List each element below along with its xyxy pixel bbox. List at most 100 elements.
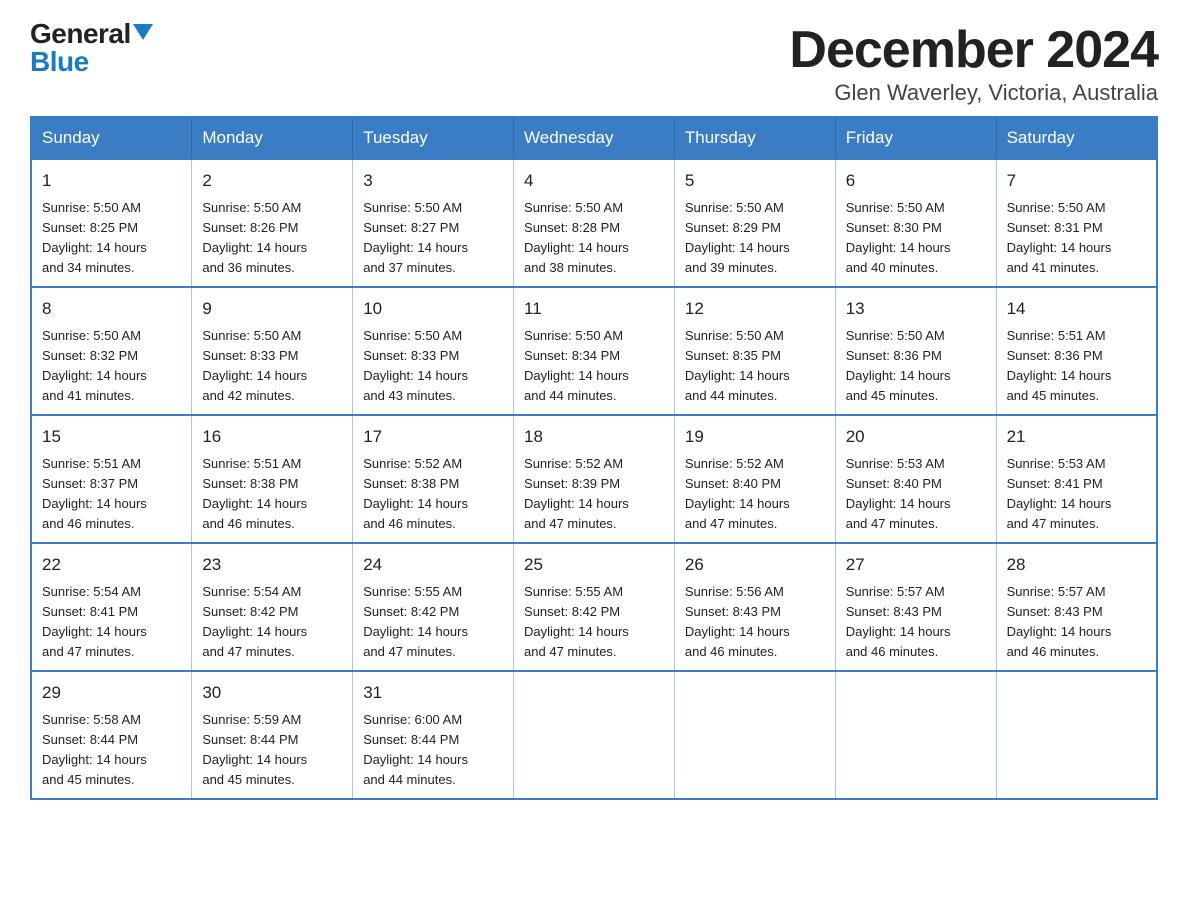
- day-info: Sunrise: 5:50 AMSunset: 8:33 PMDaylight:…: [202, 326, 342, 407]
- day-info: Sunrise: 5:51 AMSunset: 8:38 PMDaylight:…: [202, 454, 342, 535]
- calendar-day-12: 12 Sunrise: 5:50 AMSunset: 8:35 PMDayligh…: [674, 287, 835, 415]
- day-info: Sunrise: 5:57 AMSunset: 8:43 PMDaylight:…: [1007, 582, 1146, 663]
- day-info: Sunrise: 5:52 AMSunset: 8:39 PMDaylight:…: [524, 454, 664, 535]
- day-info: Sunrise: 5:50 AMSunset: 8:34 PMDaylight:…: [524, 326, 664, 407]
- day-info: Sunrise: 5:53 AMSunset: 8:41 PMDaylight:…: [1007, 454, 1146, 535]
- calendar-week-row-2: 8 Sunrise: 5:50 AMSunset: 8:32 PMDaylight…: [31, 287, 1157, 415]
- day-number: 13: [846, 296, 986, 322]
- day-number: 16: [202, 424, 342, 450]
- day-info: Sunrise: 5:50 AMSunset: 8:31 PMDaylight:…: [1007, 198, 1146, 279]
- calendar-day-23: 23 Sunrise: 5:54 AMSunset: 8:42 PMDayligh…: [192, 543, 353, 671]
- calendar-day-31: 31Sunrise: 6:00 AMSunset: 8:44 PMDayligh…: [353, 671, 514, 799]
- day-info: Sunrise: 5:50 AMSunset: 8:28 PMDaylight:…: [524, 198, 664, 279]
- calendar-day-14: 14 Sunrise: 5:51 AMSunset: 8:36 PMDayligh…: [996, 287, 1157, 415]
- day-info: Sunrise: 5:53 AMSunset: 8:40 PMDaylight:…: [846, 454, 986, 535]
- calendar-day-9: 9 Sunrise: 5:50 AMSunset: 8:33 PMDaylight…: [192, 287, 353, 415]
- calendar-day-27: 27 Sunrise: 5:57 AMSunset: 8:43 PMDayligh…: [835, 543, 996, 671]
- day-number: 10: [363, 296, 503, 322]
- day-number: 6: [846, 168, 986, 194]
- day-number: 18: [524, 424, 664, 450]
- header: General Blue December 2024 Glen Waverley…: [30, 20, 1158, 106]
- calendar-week-row-3: 15Sunrise: 5:51 AMSunset: 8:37 PMDayligh…: [31, 415, 1157, 543]
- day-number: 20: [846, 424, 986, 450]
- calendar-day-5: 5Sunrise: 5:50 AMSunset: 8:29 PMDaylight…: [674, 159, 835, 287]
- day-info: Sunrise: 5:50 AMSunset: 8:32 PMDaylight:…: [42, 326, 181, 407]
- calendar-week-row-5: 29Sunrise: 5:58 AMSunset: 8:44 PMDayligh…: [31, 671, 1157, 799]
- calendar-day-20: 20 Sunrise: 5:53 AMSunset: 8:40 PMDayligh…: [835, 415, 996, 543]
- day-info: Sunrise: 5:55 AMSunset: 8:42 PMDaylight:…: [363, 582, 503, 663]
- weekday-header-saturday: Saturday: [996, 117, 1157, 159]
- calendar-day-4: 4 Sunrise: 5:50 AMSunset: 8:28 PMDaylight…: [514, 159, 675, 287]
- day-info: Sunrise: 5:52 AMSunset: 8:38 PMDaylight:…: [363, 454, 503, 535]
- header-right: December 2024 Glen Waverley, Victoria, A…: [789, 20, 1158, 106]
- logo: General Blue: [30, 20, 153, 76]
- day-number: 27: [846, 552, 986, 578]
- calendar-day-18: 18 Sunrise: 5:52 AMSunset: 8:39 PMDayligh…: [514, 415, 675, 543]
- day-number: 11: [524, 296, 664, 322]
- day-info: Sunrise: 5:50 AMSunset: 8:26 PMDaylight:…: [202, 198, 342, 279]
- day-number: 24: [363, 552, 503, 578]
- weekday-header-wednesday: Wednesday: [514, 117, 675, 159]
- calendar-day-29: 29Sunrise: 5:58 AMSunset: 8:44 PMDayligh…: [31, 671, 192, 799]
- calendar-week-row-1: 1 Sunrise: 5:50 AMSunset: 8:25 PMDaylight…: [31, 159, 1157, 287]
- day-number: 4: [524, 168, 664, 194]
- calendar-day-24: 24 Sunrise: 5:55 AMSunset: 8:42 PMDayligh…: [353, 543, 514, 671]
- day-info: Sunrise: 5:54 AMSunset: 8:41 PMDaylight:…: [42, 582, 181, 663]
- weekday-header-tuesday: Tuesday: [353, 117, 514, 159]
- day-info: Sunrise: 5:51 AMSunset: 8:37 PMDaylight:…: [42, 454, 181, 535]
- calendar-week-row-4: 22 Sunrise: 5:54 AMSunset: 8:41 PMDayligh…: [31, 543, 1157, 671]
- day-number: 30: [202, 680, 342, 706]
- day-number: 8: [42, 296, 181, 322]
- calendar-day-2: 2 Sunrise: 5:50 AMSunset: 8:26 PMDaylight…: [192, 159, 353, 287]
- day-info: Sunrise: 5:50 AMSunset: 8:30 PMDaylight:…: [846, 198, 986, 279]
- day-info: Sunrise: 5:50 AMSunset: 8:29 PMDaylight:…: [685, 198, 825, 279]
- weekday-header-row: SundayMondayTuesdayWednesdayThursdayFrid…: [31, 117, 1157, 159]
- day-info: Sunrise: 5:52 AMSunset: 8:40 PMDaylight:…: [685, 454, 825, 535]
- calendar-day-empty: [996, 671, 1157, 799]
- calendar-day-22: 22 Sunrise: 5:54 AMSunset: 8:41 PMDayligh…: [31, 543, 192, 671]
- day-number: 31: [363, 680, 503, 706]
- day-number: 12: [685, 296, 825, 322]
- logo-blue-text: Blue: [30, 48, 89, 76]
- day-number: 9: [202, 296, 342, 322]
- weekday-header-sunday: Sunday: [31, 117, 192, 159]
- calendar-day-16: 16 Sunrise: 5:51 AMSunset: 8:38 PMDayligh…: [192, 415, 353, 543]
- day-number: 25: [524, 552, 664, 578]
- calendar-subtitle: Glen Waverley, Victoria, Australia: [789, 80, 1158, 106]
- day-number: 3: [363, 168, 503, 194]
- calendar-day-13: 13Sunrise: 5:50 AMSunset: 8:36 PMDayligh…: [835, 287, 996, 415]
- day-number: 17: [363, 424, 503, 450]
- calendar-day-6: 6 Sunrise: 5:50 AMSunset: 8:30 PMDaylight…: [835, 159, 996, 287]
- day-info: Sunrise: 5:54 AMSunset: 8:42 PMDaylight:…: [202, 582, 342, 663]
- day-info: Sunrise: 5:50 AMSunset: 8:25 PMDaylight:…: [42, 198, 181, 279]
- calendar-day-1: 1 Sunrise: 5:50 AMSunset: 8:25 PMDaylight…: [31, 159, 192, 287]
- day-info: Sunrise: 5:51 AMSunset: 8:36 PMDaylight:…: [1007, 326, 1146, 407]
- calendar-day-17: 17 Sunrise: 5:52 AMSunset: 8:38 PMDayligh…: [353, 415, 514, 543]
- weekday-header-monday: Monday: [192, 117, 353, 159]
- day-info: Sunrise: 5:55 AMSunset: 8:42 PMDaylight:…: [524, 582, 664, 663]
- day-info: Sunrise: 5:50 AMSunset: 8:35 PMDaylight:…: [685, 326, 825, 407]
- logo-general-text: General: [30, 20, 131, 48]
- calendar-day-8: 8 Sunrise: 5:50 AMSunset: 8:32 PMDaylight…: [31, 287, 192, 415]
- calendar-day-7: 7 Sunrise: 5:50 AMSunset: 8:31 PMDaylight…: [996, 159, 1157, 287]
- day-number: 19: [685, 424, 825, 450]
- day-number: 28: [1007, 552, 1146, 578]
- day-number: 2: [202, 168, 342, 194]
- day-number: 7: [1007, 168, 1146, 194]
- calendar-day-10: 10Sunrise: 5:50 AMSunset: 8:33 PMDayligh…: [353, 287, 514, 415]
- day-number: 14: [1007, 296, 1146, 322]
- calendar-day-19: 19 Sunrise: 5:52 AMSunset: 8:40 PMDayligh…: [674, 415, 835, 543]
- day-info: Sunrise: 5:57 AMSunset: 8:43 PMDaylight:…: [846, 582, 986, 663]
- calendar-day-25: 25 Sunrise: 5:55 AMSunset: 8:42 PMDayligh…: [514, 543, 675, 671]
- day-info: Sunrise: 5:58 AMSunset: 8:44 PMDaylight:…: [42, 710, 181, 791]
- calendar-day-30: 30 Sunrise: 5:59 AMSunset: 8:44 PMDayligh…: [192, 671, 353, 799]
- calendar-day-empty: [835, 671, 996, 799]
- calendar-table: SundayMondayTuesdayWednesdayThursdayFrid…: [30, 116, 1158, 800]
- logo-triangle-icon: [133, 24, 153, 40]
- day-info: Sunrise: 5:59 AMSunset: 8:44 PMDaylight:…: [202, 710, 342, 791]
- day-number: 22: [42, 552, 181, 578]
- day-number: 23: [202, 552, 342, 578]
- weekday-header-friday: Friday: [835, 117, 996, 159]
- calendar-day-28: 28 Sunrise: 5:57 AMSunset: 8:43 PMDayligh…: [996, 543, 1157, 671]
- day-number: 1: [42, 168, 181, 194]
